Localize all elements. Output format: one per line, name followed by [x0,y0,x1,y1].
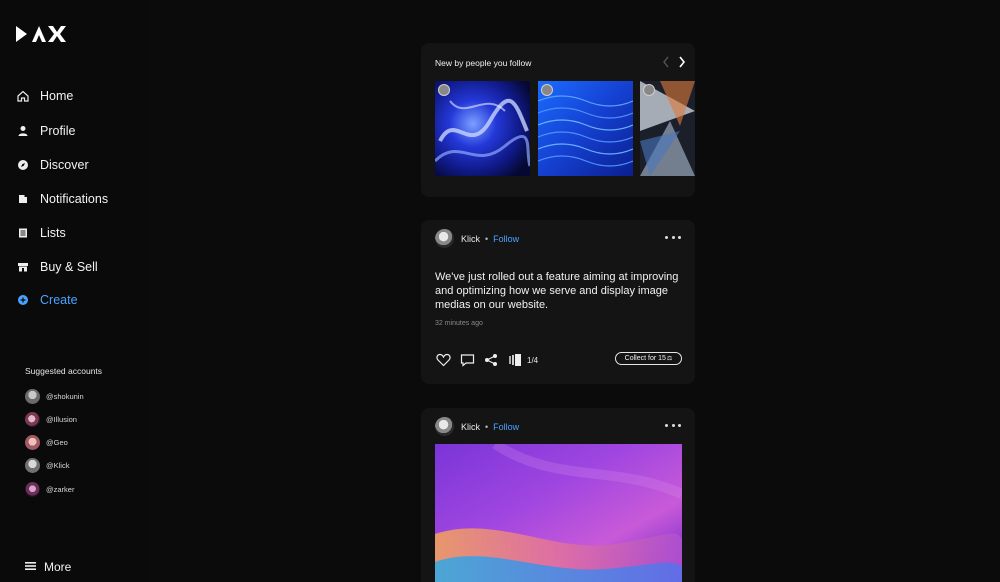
post-timestamp: 32 minutes ago [435,320,483,327]
carousel-thumbnail[interactable] [435,81,530,176]
nav-discover-label: Discover [40,158,89,172]
post-header: Klick • Follow [435,417,519,436]
avatar [25,482,40,497]
nav-create[interactable]: Create [16,290,78,310]
carousel-thumbnail[interactable] [640,81,695,176]
nav-discover[interactable]: Discover [16,155,89,175]
suggested-account[interactable]: @zarker [25,482,74,497]
nav-home-label: Home [40,89,74,103]
bell-icon [16,192,30,206]
separator-dot: • [485,233,489,244]
post-card: Klick • Follow We've just rolled out a f… [421,220,695,384]
account-handle: @shokunin [46,392,84,401]
store-icon [16,260,30,274]
post-header: Klick • Follow [435,229,519,248]
creator-avatar [643,84,655,96]
chevron-right-icon[interactable] [677,55,687,69]
separator-dot: • [485,421,489,432]
page-counter: 1/4 [527,355,539,365]
suggested-account[interactable]: @Illusion [25,412,77,427]
account-handle: @Illusion [46,415,77,424]
nav-notifications[interactable]: Notifications [16,189,108,209]
follow-button[interactable]: Follow [493,422,519,432]
author-avatar[interactable] [435,417,454,436]
dax-logo[interactable] [16,24,66,44]
account-handle: @Klick [46,461,70,470]
carousel-thumbnail[interactable] [538,81,633,176]
nav-create-label: Create [40,293,78,307]
menu-icon [25,560,36,574]
share-icon[interactable] [483,352,499,368]
account-handle: @Geo [46,438,68,447]
sidebar: Home Profile Discover Notifications List… [0,0,150,582]
nav-buy-sell[interactable]: Buy & Sell [16,257,98,277]
more-options-icon[interactable] [665,232,681,242]
gallery-icon[interactable] [507,352,523,368]
post-actions: 1/4 [435,352,538,368]
account-handle: @zarker [46,485,75,494]
comment-icon[interactable] [459,352,475,368]
currency-icon: ⚖ [666,356,673,362]
chevron-left-icon[interactable] [661,55,671,69]
suggested-account[interactable]: @shokunin [25,389,84,404]
suggested-account[interactable]: @Klick [25,458,69,473]
author-name[interactable]: Klick [461,234,480,244]
home-icon [16,89,30,103]
more-label: More [44,560,72,574]
nav-buy-sell-label: Buy & Sell [40,260,98,274]
list-icon [16,226,30,240]
suggested-account[interactable]: @Geo [25,435,68,450]
plus-circle-icon [16,293,30,307]
nav-lists-label: Lists [40,226,66,240]
collect-label: Collect for 15 [624,355,666,362]
nav-profile[interactable]: Profile [16,121,75,141]
post-card: Klick • Follow [421,408,695,582]
creator-avatar [541,84,553,96]
post-image[interactable] [435,444,682,582]
following-carousel: New by people you follow [421,43,695,197]
compass-icon [16,158,30,172]
nav-home[interactable]: Home [16,86,73,106]
nav-lists[interactable]: Lists [16,223,66,243]
creator-avatar [438,84,450,96]
heart-icon[interactable] [435,352,451,368]
user-icon [16,124,30,138]
gradient-waves-image [435,444,682,582]
follow-button[interactable]: Follow [493,234,519,244]
avatar [25,435,40,450]
author-avatar[interactable] [435,229,454,248]
blue-waves-image [538,81,633,176]
more-button[interactable]: More [25,560,71,574]
post-text: We've just rolled out a feature aiming a… [435,271,679,311]
avatar [25,389,40,404]
suggested-accounts-title: Suggested accounts [25,366,103,376]
carousel-title: New by people you follow [435,58,532,68]
nav-notifications-label: Notifications [40,192,109,206]
author-name[interactable]: Klick [461,422,480,432]
nav-profile-label: Profile [40,124,76,138]
abstract-artwork-image [435,81,530,176]
collect-button[interactable]: Collect for 15 ⚖ [615,352,682,365]
more-options-icon[interactable] [665,420,681,430]
avatar [25,458,40,473]
avatar [25,412,40,427]
